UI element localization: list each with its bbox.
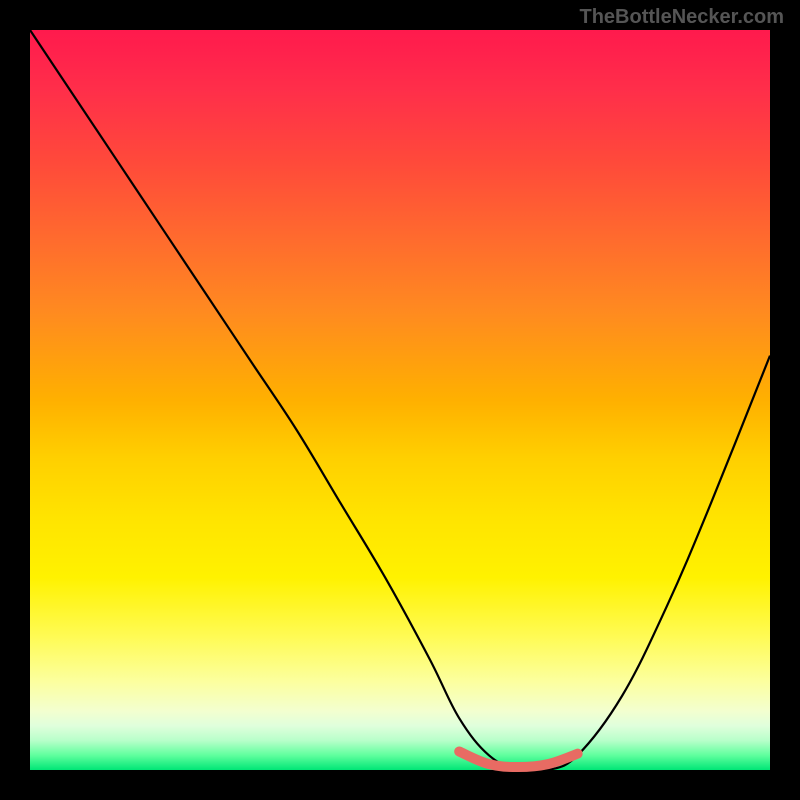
chart-frame: TheBottleNecker.com bbox=[0, 0, 800, 800]
plot-area bbox=[30, 30, 770, 770]
optimal-zone-path bbox=[459, 752, 577, 768]
watermark-text: TheBottleNecker.com bbox=[579, 6, 784, 29]
bottleneck-curve-path bbox=[30, 30, 770, 772]
curve-svg bbox=[30, 30, 770, 770]
